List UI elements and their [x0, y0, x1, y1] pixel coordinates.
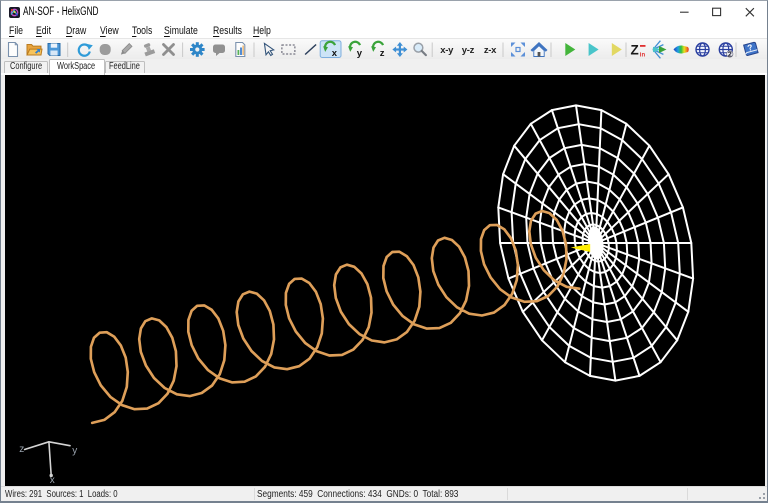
svg-text:y-z: y-z	[462, 45, 475, 56]
svg-text:z: z	[380, 48, 385, 59]
svg-text:y: y	[357, 48, 363, 59]
svg-text:x: x	[49, 475, 54, 486]
svg-text:x-y: x-y	[440, 45, 454, 56]
svg-text:2: 2	[728, 51, 732, 58]
svg-text:z: z	[19, 444, 24, 455]
svg-text:x: x	[332, 48, 338, 59]
svg-text:z-x: z-x	[484, 45, 497, 56]
svg-text:in: in	[640, 52, 646, 58]
svg-text:Z: Z	[631, 42, 639, 57]
svg-text:y: y	[72, 445, 77, 456]
